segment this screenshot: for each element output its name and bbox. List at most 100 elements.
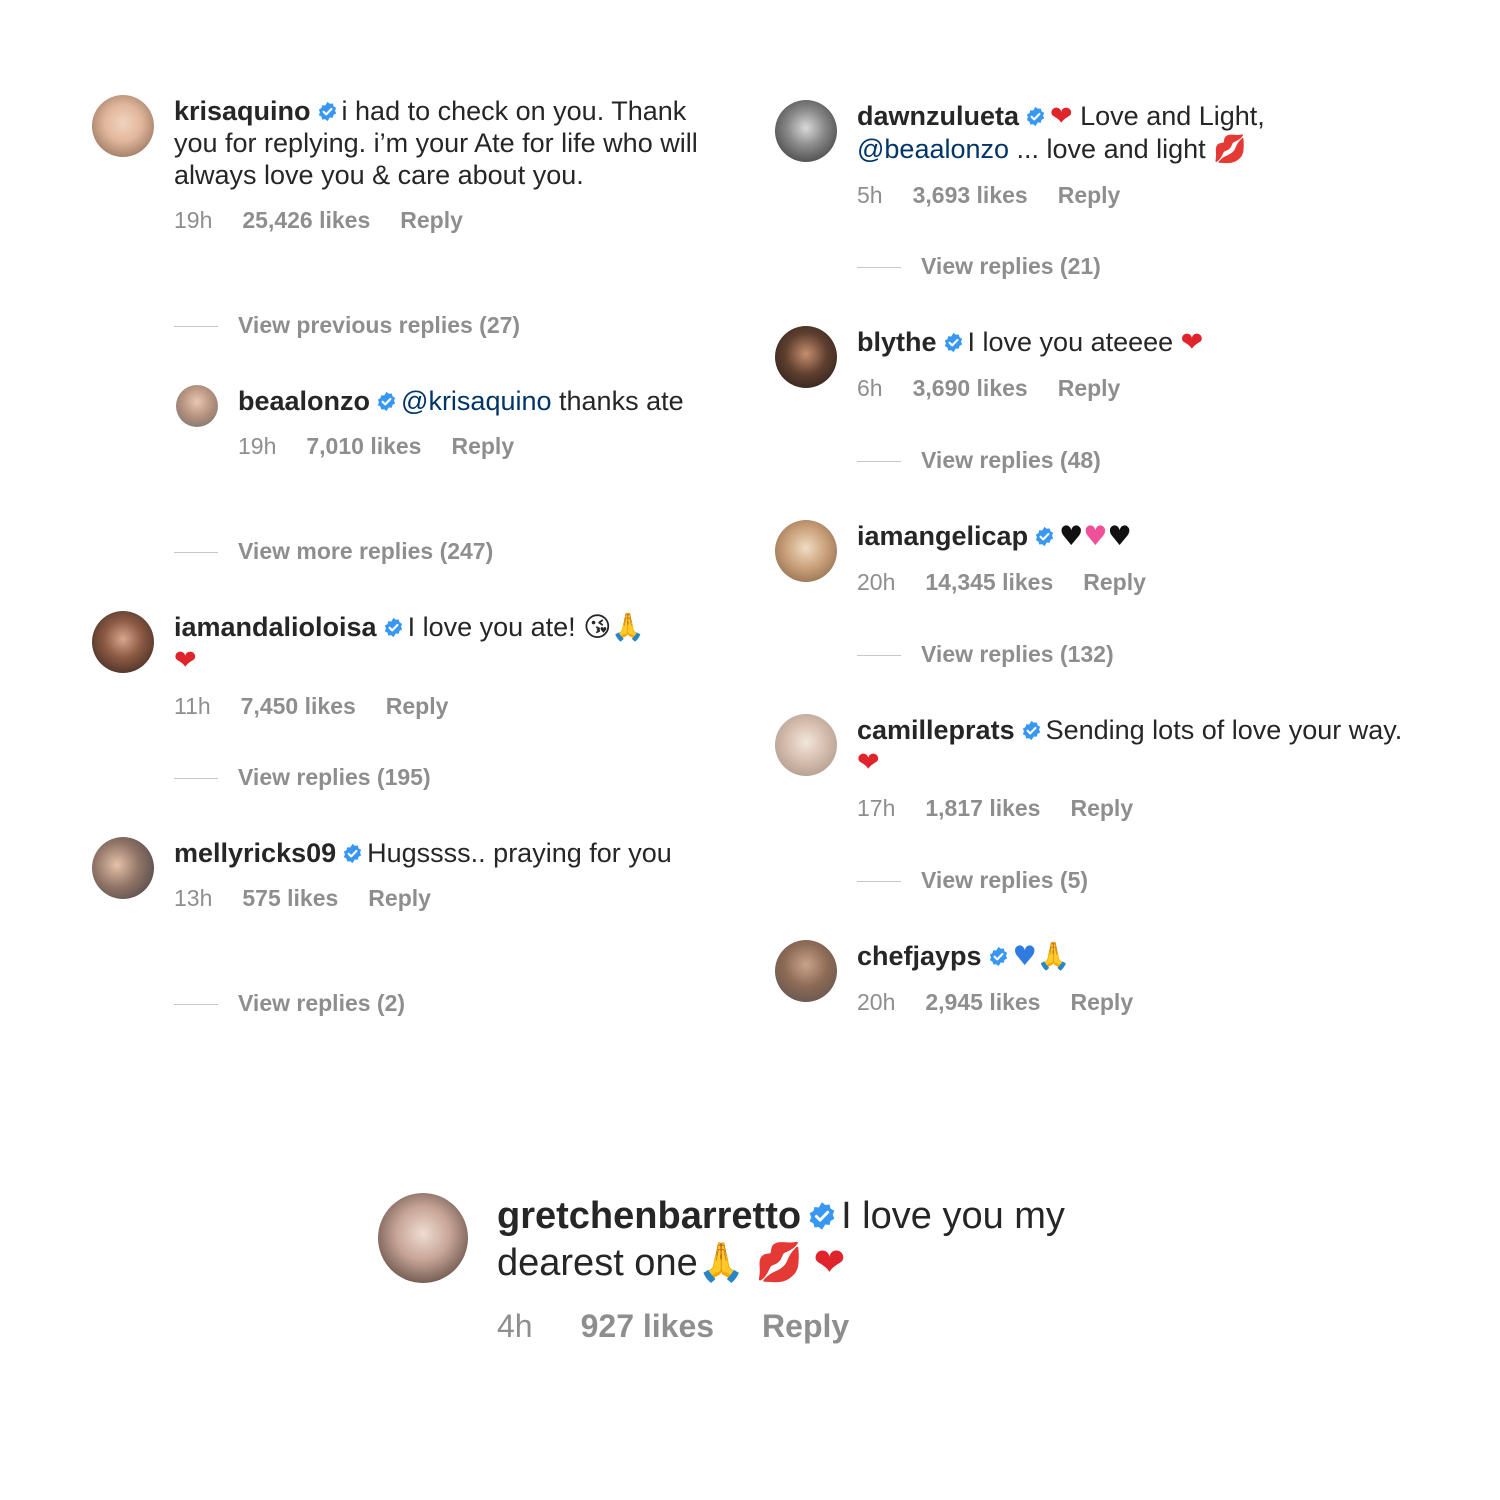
divider — [857, 461, 901, 463]
timestamp[interactable]: 13h — [174, 885, 212, 911]
blue-heart-emoji-icon: ♥ — [1012, 941, 1037, 972]
comment-meta: 19h 25,426 likes Reply — [174, 207, 714, 234]
likes-count[interactable]: 7,450 likes — [241, 693, 356, 719]
divider — [174, 326, 218, 328]
reply-button[interactable]: Reply — [1058, 182, 1121, 208]
comment-meta: 5h 3,693 likes Reply — [857, 182, 1417, 209]
comment-mellyricks09: mellyricks09 Hugssss.. praying for you 13… — [174, 837, 694, 912]
comment-text: I love you ateeee — [967, 327, 1181, 357]
reply-button[interactable]: Reply — [1070, 989, 1133, 1015]
heart-emoji-icon: ❤ — [1050, 101, 1073, 132]
pray-emoji-icon: 🙏 — [1036, 941, 1071, 972]
avatar[interactable] — [92, 837, 154, 899]
timestamp[interactable]: 17h — [857, 795, 895, 821]
comment-meta: 19h 7,010 likes Reply — [238, 433, 698, 460]
avatar[interactable] — [775, 520, 837, 582]
comment-meta: 17h 1,817 likes Reply — [857, 795, 1417, 822]
comment-meta: 11h 7,450 likes Reply — [174, 693, 704, 720]
reply-button[interactable]: Reply — [451, 433, 514, 459]
comment-krisaquino: krisaquino i had to check on you. Thank y… — [174, 95, 714, 234]
timestamp[interactable]: 19h — [238, 433, 276, 459]
avatar[interactable] — [775, 714, 837, 776]
likes-count[interactable]: 927 likes — [581, 1308, 714, 1344]
reply-button[interactable]: Reply — [1083, 569, 1146, 595]
pray-emoji-icon: 🙏 — [611, 612, 645, 643]
likes-count[interactable]: 1,817 likes — [925, 795, 1040, 821]
view-replies-button[interactable]: View replies (48) — [857, 447, 1101, 474]
timestamp[interactable]: 4h — [497, 1308, 533, 1344]
view-replies-button[interactable]: View replies (21) — [857, 253, 1101, 280]
username[interactable]: mellyricks09 — [174, 838, 336, 868]
username[interactable]: gretchenbarretto — [497, 1195, 801, 1237]
timestamp[interactable]: 6h — [857, 375, 883, 401]
verified-badge-icon — [383, 617, 404, 638]
reply-button[interactable]: Reply — [400, 207, 463, 233]
avatar[interactable] — [775, 940, 837, 1002]
reply-button[interactable]: Reply — [762, 1308, 849, 1344]
avatar[interactable] — [92, 95, 154, 157]
likes-count[interactable]: 14,345 likes — [925, 569, 1053, 595]
view-replies-button[interactable]: View more replies (247) — [174, 538, 493, 565]
view-replies-button[interactable]: View replies (2) — [174, 990, 405, 1017]
timestamp[interactable]: 11h — [174, 693, 211, 719]
verified-badge-icon — [1021, 720, 1042, 741]
comment-dawnzulueta: dawnzulueta ❤ Love and Light, @beaalonzo … — [857, 100, 1417, 209]
black-heart-emoji-icon: ♥ — [1107, 521, 1132, 552]
comment-meta: 13h 575 likes Reply — [174, 885, 694, 912]
verified-badge-icon — [1034, 526, 1055, 547]
comment-text-continued: ... love and light — [1009, 134, 1214, 164]
mention-link[interactable]: @krisaquino — [401, 386, 551, 416]
verified-badge-icon — [376, 391, 397, 412]
likes-count[interactable]: 575 likes — [242, 885, 338, 911]
reply-button[interactable]: Reply — [368, 885, 431, 911]
divider — [174, 552, 218, 554]
timestamp[interactable]: 20h — [857, 989, 895, 1015]
mention-link[interactable]: @beaalonzo — [857, 134, 1009, 164]
likes-count[interactable]: 7,010 likes — [306, 433, 421, 459]
username[interactable]: beaalonzo — [238, 386, 370, 416]
likes-count[interactable]: 3,693 likes — [913, 182, 1028, 208]
comment-gretchenbarretto: gretchenbarretto I love you my dearest on… — [497, 1193, 1177, 1345]
avatar[interactable] — [775, 326, 837, 388]
comment-iamangelicap: iamangelicap ♥♥♥ 20h 14,345 likes Reply — [857, 520, 1417, 596]
comment-text: Hugssss.. praying for you — [367, 838, 672, 868]
avatar[interactable] — [92, 611, 154, 673]
likes-count[interactable]: 25,426 likes — [242, 207, 370, 233]
username[interactable]: camilleprats — [857, 715, 1015, 745]
username[interactable]: iamandalioloisa — [174, 612, 377, 642]
reply-button[interactable]: Reply — [386, 693, 449, 719]
verified-badge-icon — [317, 101, 338, 122]
view-replies-button[interactable]: View replies (5) — [857, 867, 1088, 894]
timestamp[interactable]: 20h — [857, 569, 895, 595]
username[interactable]: iamangelicap — [857, 521, 1028, 551]
divider — [174, 778, 218, 780]
comment-meta: 20h 2,945 likes Reply — [857, 989, 1417, 1016]
kiss-face-emoji-icon: 😘 — [583, 612, 612, 643]
avatar[interactable] — [775, 100, 837, 162]
timestamp[interactable]: 5h — [857, 182, 883, 208]
reply-button[interactable]: Reply — [1058, 375, 1121, 401]
likes-count[interactable]: 2,945 likes — [925, 989, 1040, 1015]
comment-text: Sending lots of love your way. — [1045, 715, 1403, 745]
comment-camilleprats: camilleprats Sending lots of love your wa… — [857, 714, 1417, 822]
avatar[interactable] — [176, 385, 218, 427]
comment-text: thanks ate — [551, 386, 684, 416]
view-replies-button[interactable]: View replies (195) — [174, 764, 431, 791]
username[interactable]: blythe — [857, 327, 937, 357]
reply-button[interactable]: Reply — [1070, 795, 1133, 821]
comment-meta: 4h 927 likes Reply — [497, 1308, 1177, 1345]
verified-badge-icon — [1025, 106, 1046, 127]
black-heart-emoji-icon: ♥ — [1059, 521, 1084, 552]
likes-count[interactable]: 3,690 likes — [913, 375, 1028, 401]
username[interactable]: chefjayps — [857, 941, 982, 971]
avatar[interactable] — [378, 1193, 468, 1283]
comment-iamandalioloisa: iamandalioloisa I love you ate! 😘🙏 ❤ 11h 7,… — [174, 611, 704, 720]
timestamp[interactable]: 19h — [174, 207, 212, 233]
verified-badge-icon — [988, 946, 1009, 967]
username[interactable]: dawnzulueta — [857, 101, 1019, 131]
view-replies-button[interactable]: View replies (132) — [857, 641, 1114, 668]
username[interactable]: krisaquino — [174, 96, 311, 126]
heart-emoji-icon: ❤ — [174, 645, 197, 676]
view-replies-button[interactable]: View previous replies (27) — [174, 312, 520, 339]
heart-emoji-icon: ❤ — [857, 747, 880, 778]
